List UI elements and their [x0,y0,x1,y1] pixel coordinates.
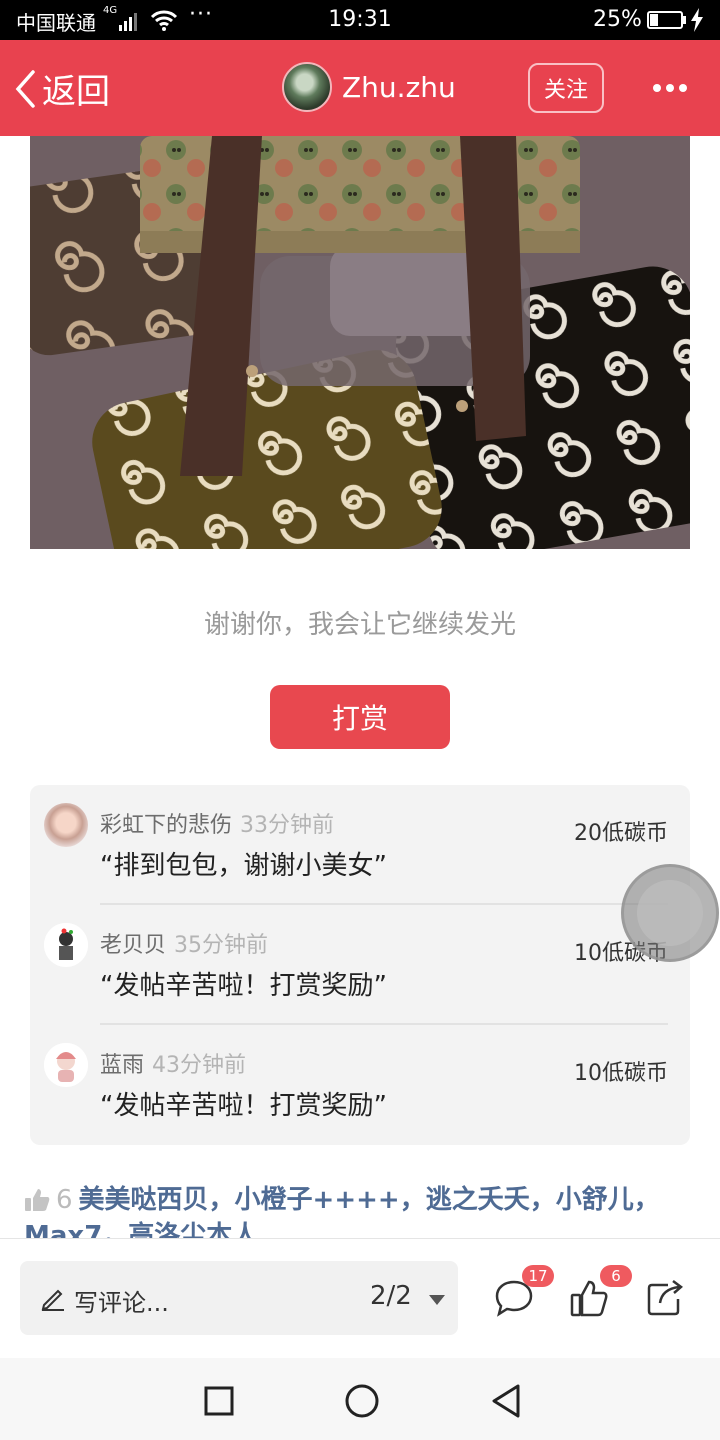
user-avatar[interactable] [44,1043,88,1087]
back-label: 返回 [42,72,110,112]
system-nav-bar [0,1358,720,1440]
liker-names[interactable]: 美美哒西贝，小橙子++++，逃之夭夭，小舒儿，Max7，高洛尘本人 [24,1185,660,1238]
like-button[interactable]: 6 [570,1265,632,1321]
reward-user: 彩虹下的悲伤 33分钟前 [100,807,334,839]
home-icon[interactable] [344,1383,380,1419]
pencil-icon [41,1289,64,1311]
user-name[interactable]: 蓝雨 [100,1053,144,1078]
status-bar: 中国联通 4G ··· 19:31 25% [0,0,720,40]
reward-time: 33分钟前 [240,813,335,838]
back-nav-icon[interactable] [490,1383,522,1419]
author-avatar[interactable] [282,62,332,112]
chevron-left-icon [15,69,35,108]
author-name[interactable]: Zhu.zhu [342,71,456,104]
cartoon-avatar-icon [44,923,88,967]
share-button[interactable] [646,1279,684,1321]
floating-assistive-button[interactable] [621,864,719,962]
share-icon [647,1280,683,1316]
reward-row[interactable]: 蓝雨 43分钟前 “发帖辛苦啦！打赏奖励” 10低碳币 [30,1025,690,1145]
reward-time: 35分钟前 [174,933,269,958]
thumbs-up-icon [25,1189,50,1211]
likes-list: 6 美美哒西贝，小橙子++++，逃之夭夭，小舒儿，Max7，高洛尘本人 [24,1182,714,1238]
battery-icon [647,11,686,29]
thumbs-up-icon [570,1280,608,1317]
more-icon[interactable] [652,78,688,98]
bottom-action-bar: 写评论... 2/2 17 6 [0,1238,720,1358]
user-avatar[interactable] [44,923,88,967]
comment-count-badge: 17 [522,1265,554,1287]
reward-list: 彩虹下的悲伤 33分钟前 “排到包包，谢谢小美女” 20低碳币 老贝贝 35分钟前 … [30,785,690,1145]
charging-icon [691,8,703,32]
reward-message: “排到包包，谢谢小美女” [100,851,387,881]
follow-button[interactable]: 关注 [528,63,604,113]
backpack-photo [30,136,690,549]
comments-button[interactable]: 17 [494,1265,554,1321]
caret-down-icon[interactable] [428,1294,446,1306]
reward-time: 43分钟前 [152,1053,247,1078]
user-name[interactable]: 彩虹下的悲伤 [100,813,232,838]
reward-user: 老贝贝 35分钟前 [100,927,268,959]
author-info[interactable]: Zhu.zhu [282,62,456,112]
reward-button[interactable]: 打赏 [270,685,450,749]
recent-apps-icon[interactable] [204,1386,234,1416]
reward-message: “发帖辛苦啦！打赏奖励” [100,971,387,1001]
thanks-message: 谢谢你，我会让它继续发光 [203,610,516,640]
back-button[interactable]: 返回 [14,64,110,113]
reward-user: 蓝雨 43分钟前 [100,1047,246,1079]
user-name[interactable]: 老贝贝 [100,933,166,958]
comment-input[interactable]: 写评论... 2/2 [20,1261,458,1335]
title-bar: 返回 Zhu.zhu 关注 [0,40,720,136]
like-count: 6 [56,1185,73,1215]
like-count-badge: 6 [600,1265,632,1287]
user-avatar[interactable] [44,803,88,847]
page-indicator[interactable]: 2/2 [370,1281,412,1311]
battery-percent: 25% [593,7,642,32]
post-photo[interactable] [30,136,690,549]
cartoon-avatar-icon [44,1043,88,1087]
reward-amount: 20低碳币 [574,821,668,846]
reward-amount: 10低碳币 [574,1061,668,1086]
comment-placeholder: 写评论... [74,1289,169,1317]
reward-row[interactable]: 老贝贝 35分钟前 “发帖辛苦啦！打赏奖励” 10低碳币 [30,905,690,1025]
reward-message: “发帖辛苦啦！打赏奖励” [100,1091,387,1121]
reward-row[interactable]: 彩虹下的悲伤 33分钟前 “排到包包，谢谢小美女” 20低碳币 [30,785,690,905]
